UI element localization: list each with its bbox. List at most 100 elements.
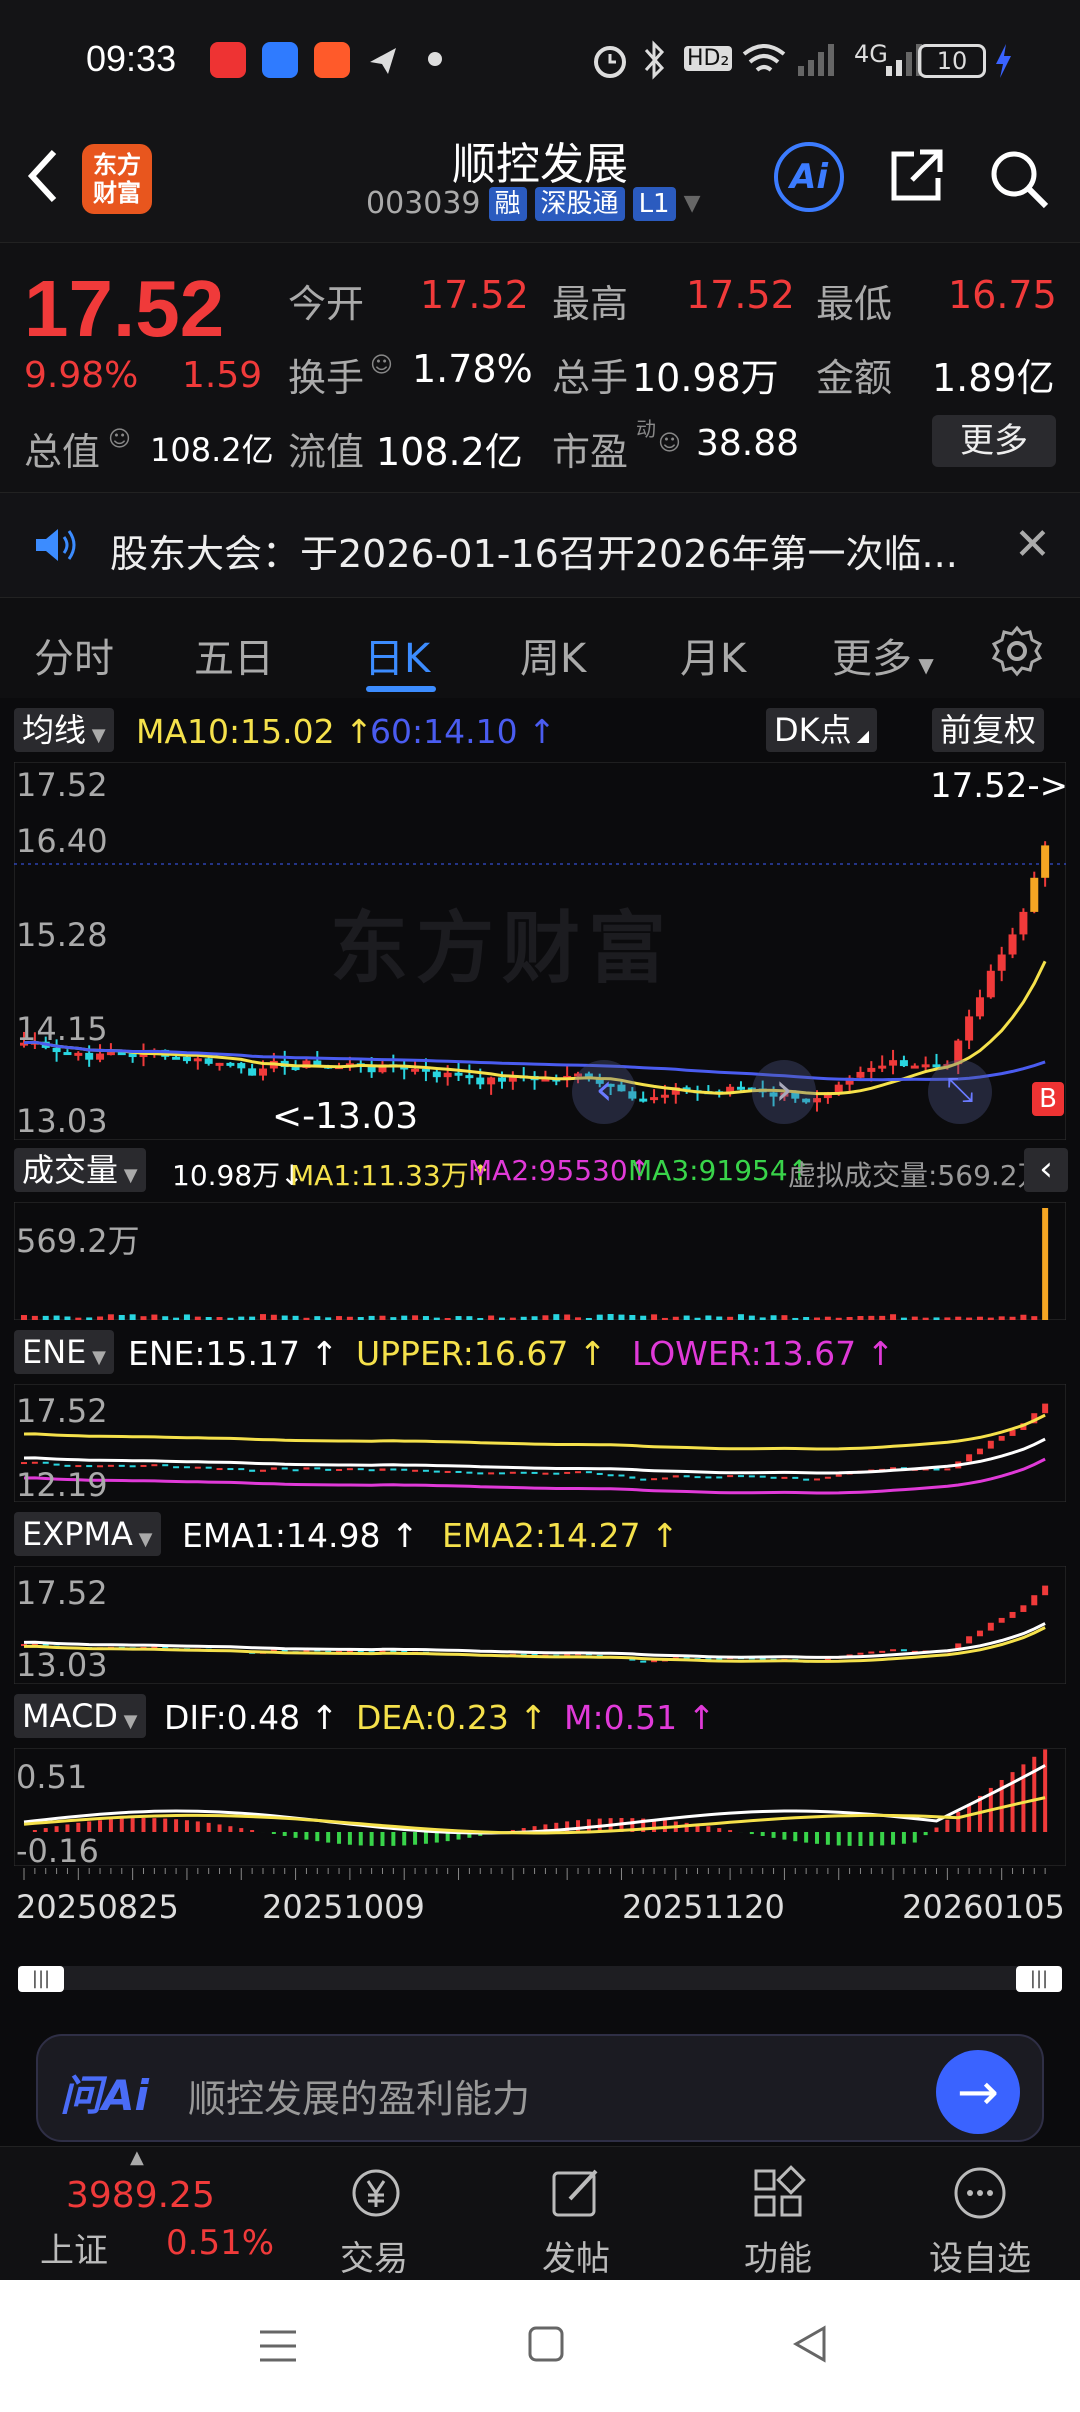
tab-five-day[interactable]: 五日 (194, 626, 274, 684)
expma-selector[interactable]: EXPMA ▼ (14, 1512, 161, 1556)
pe-superscript: 动 (636, 417, 656, 441)
nav-trade[interactable]: 交易 (304, 2165, 444, 2280)
nav-add-watchlist[interactable]: 设自选 (910, 2165, 1050, 2280)
macd-bar (793, 1832, 798, 1842)
wifi-icon (742, 44, 786, 72)
candle (835, 1474, 842, 1477)
nav-functions[interactable]: 功能 (708, 2165, 848, 2280)
ene-lower-text: LOWER:13.67 (632, 1334, 857, 1373)
index-value[interactable]: 3989.25 (66, 2175, 215, 2216)
share-icon[interactable] (886, 146, 946, 206)
volume-bar (520, 1316, 527, 1320)
volume-bar (987, 1317, 994, 1320)
candle (998, 1617, 1005, 1623)
menu-icon[interactable] (256, 2326, 300, 2366)
tab-more[interactable]: 更多 ▼ (832, 626, 934, 684)
macd-bar (326, 1832, 331, 1843)
expand-arrow-icon[interactable]: ▲ (130, 2147, 144, 2168)
ene-selector[interactable]: ENE ▼ (14, 1330, 114, 1374)
macd-bar (891, 1832, 896, 1845)
scroll-left-button[interactable]: ‹ (572, 1060, 636, 1124)
candle (476, 1077, 485, 1085)
ene-chart[interactable] (14, 1384, 1066, 1502)
date-ticks (23, 1868, 1046, 1880)
volume-bar (151, 1314, 158, 1320)
candle (336, 1468, 343, 1471)
volume-selector[interactable]: 成交量 ▼ (14, 1148, 146, 1192)
stock-code-row: 003039 融 深股通 L1 ▼ (366, 186, 701, 221)
volume-bar (955, 1316, 962, 1320)
volume-bar (803, 1317, 810, 1320)
home-icon[interactable] (526, 2324, 566, 2364)
back-triangle-icon[interactable] (790, 2324, 830, 2364)
notice-bar[interactable]: 股东大会：于2026-01-16召开2026年第一次临... ✕ (0, 492, 1080, 598)
index-name[interactable]: 上证 (40, 2223, 108, 2272)
tab-daily-k[interactable]: 日K (364, 626, 430, 684)
price-axis-label: 15.28 (16, 916, 108, 954)
adjust-button[interactable]: 前复权 (932, 708, 1045, 752)
chart-range-slider[interactable] (18, 1966, 1062, 1990)
scroll-right-button[interactable]: › (752, 1060, 816, 1124)
gear-icon[interactable] (990, 624, 1044, 678)
candle (238, 1468, 245, 1471)
nav-post[interactable]: 发帖 (506, 2165, 646, 2280)
amount-value: 1.89亿 (932, 356, 1055, 400)
info-icon[interactable]: ☺ (658, 431, 681, 456)
dk-point-button[interactable]: DK点 ◢ (766, 708, 878, 752)
vol-ma3-text: MA3:91954 (628, 1154, 788, 1187)
more-button[interactable]: 更多 (932, 415, 1056, 467)
volume-bar (75, 1317, 82, 1320)
volume-bar (498, 1317, 505, 1320)
ask-ai-bar[interactable]: 问Ai 顺控发展的盈利能力 → (36, 2034, 1044, 2142)
info-icon[interactable]: ☺ (108, 427, 131, 452)
search-icon[interactable] (986, 146, 1050, 210)
macd-bar (184, 1820, 189, 1832)
tab-intraday[interactable]: 分时 (34, 626, 114, 684)
level-tag: L1 (632, 186, 676, 221)
ma60-text: 60:14.10 (370, 712, 518, 751)
candle (259, 1469, 266, 1472)
macd-chart[interactable] (14, 1748, 1066, 1866)
indicator-line (23, 1413, 1046, 1451)
macd-bar (1043, 1749, 1048, 1832)
high-value: 17.52 (686, 273, 795, 317)
candle (986, 970, 995, 998)
low-label: 最低 (816, 282, 893, 326)
range-handle-left[interactable]: ||| (18, 1966, 64, 1992)
ene-axis-label: 17.52 (16, 1392, 108, 1430)
ai-button[interactable]: Ai (774, 142, 844, 212)
ma-selector[interactable]: 均线 ▼ (14, 708, 114, 752)
candle (834, 1084, 843, 1093)
candle (162, 1464, 169, 1467)
macd-bar (282, 1832, 287, 1836)
dea-text: DEA:0.23 (356, 1698, 509, 1737)
expma-chart[interactable] (14, 1566, 1066, 1684)
send-arrow-button[interactable]: → (936, 2050, 1020, 2134)
close-icon[interactable]: ✕ (1014, 519, 1051, 570)
candle (660, 1094, 669, 1098)
ma60-value: 60:14.10 ↑ (370, 712, 556, 751)
macd-selector[interactable]: MACD ▼ (14, 1694, 146, 1738)
volume-bar (325, 1317, 332, 1320)
candle (227, 1468, 234, 1471)
candle (585, 1471, 592, 1474)
range-handle-right[interactable]: ||| (1016, 1966, 1062, 1992)
candle (444, 1470, 451, 1473)
volume-chart[interactable] (14, 1202, 1066, 1320)
ask-ai-input[interactable]: 顺控发展的盈利能力 (188, 2068, 530, 2123)
buy-signal-marker[interactable]: B (1032, 1082, 1064, 1116)
dropdown-icon[interactable]: ▼ (684, 191, 701, 216)
info-icon[interactable]: ☺ (370, 353, 393, 378)
macd-bar (1021, 1764, 1026, 1832)
macd-bar (195, 1821, 200, 1832)
candle (314, 1467, 321, 1470)
expand-chart-button[interactable]: ⤡ (928, 1060, 992, 1124)
macd-bar (380, 1832, 385, 1846)
tab-monthly-k[interactable]: 月K (680, 626, 746, 684)
collapse-icon[interactable]: ‹ (1024, 1148, 1068, 1192)
volume-bar (607, 1314, 614, 1320)
candle (1042, 1403, 1049, 1414)
tab-weekly-k[interactable]: 周K (520, 626, 586, 684)
volume-bar (922, 1317, 929, 1320)
index-percent[interactable]: 0.51% (166, 2223, 274, 2263)
